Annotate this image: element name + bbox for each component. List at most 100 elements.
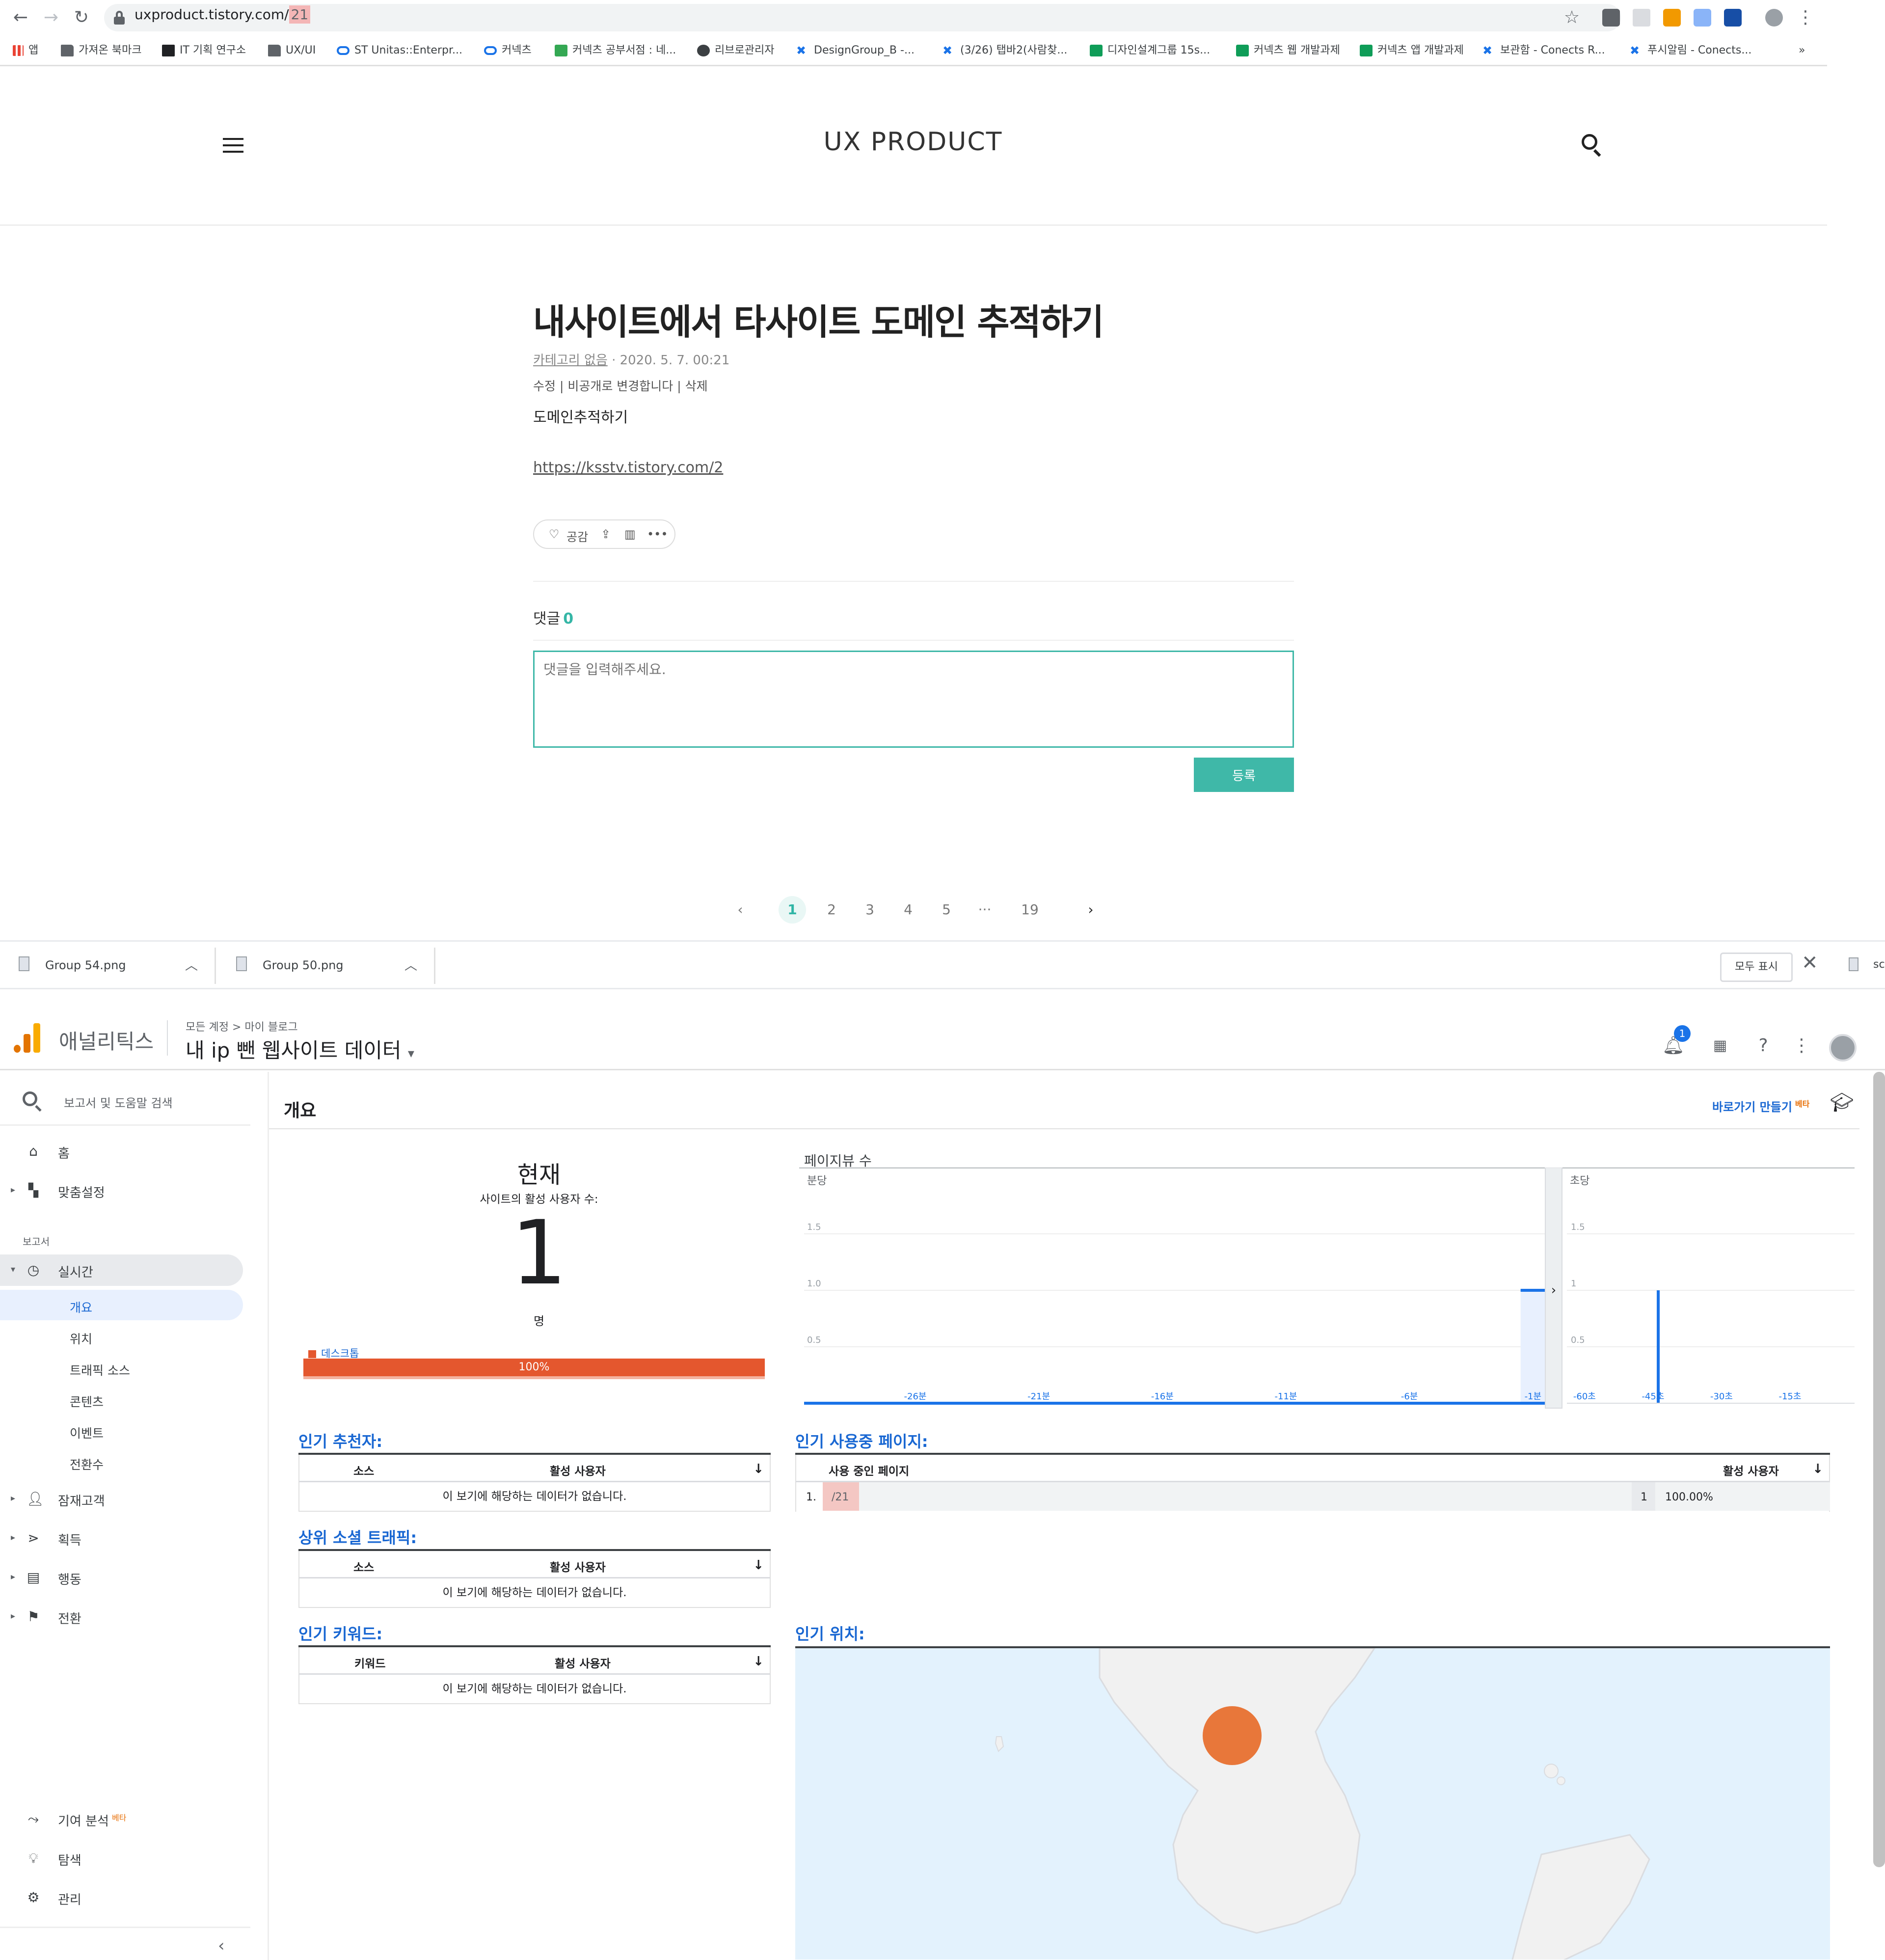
more-vert-icon[interactable]: ⋮ <box>1795 7 1816 28</box>
scrollbar[interactable] <box>1873 1072 1885 1867</box>
extension-off-icon[interactable] <box>1663 9 1681 27</box>
sidebar-search[interactable]: 보고서 및 도움말 검색 <box>0 1072 250 1126</box>
download-filename-partial[interactable]: sc <box>1873 958 1885 971</box>
extension-icon[interactable] <box>1694 9 1711 27</box>
page-path[interactable]: /21 <box>832 1491 849 1503</box>
bookmark-item[interactable]: UX/UI <box>268 42 316 59</box>
graduation-cap-icon[interactable]: 🎓︎ <box>1830 1091 1854 1114</box>
column-header[interactable]: 활성 사용자 <box>555 1654 611 1671</box>
bookmark-item[interactable]: 가져온 북마크 <box>61 42 141 59</box>
product-name[interactable]: 애널리틱스 <box>59 1025 154 1055</box>
location-marker[interactable] <box>1203 1706 1262 1765</box>
sidebar-item-audience[interactable]: ▸ 👤︎ 잠재고객 <box>0 1483 250 1515</box>
prev-page-icon[interactable]: ‹ <box>727 896 754 924</box>
sidebar-item-attribution[interactable]: ⤳ 기여 분석 베타 <box>0 1803 250 1835</box>
create-shortcut-link[interactable]: 바로가기 만들기 베타 <box>1712 1097 1809 1115</box>
help-icon[interactable]: ? <box>1753 1036 1773 1056</box>
bookmarks-overflow-button[interactable]: » <box>1799 42 1805 59</box>
column-header[interactable]: 활성 사용자 <box>550 1558 606 1575</box>
column-header[interactable]: 사용 중인 페이지 <box>829 1462 909 1478</box>
analytics-logo-icon[interactable] <box>14 1023 41 1053</box>
chevron-up-icon[interactable]: ︿ <box>185 955 198 974</box>
url-text[interactable]: uxproduct.tistory.com/21 <box>135 5 311 24</box>
page-number[interactable]: 19 <box>1016 896 1044 924</box>
reload-icon[interactable]: ↻ <box>71 7 92 28</box>
bookmark-item[interactable]: ✖ (3/26) 탭바2(사람찾... <box>942 42 1067 59</box>
sort-down-icon[interactable]: ↓ <box>753 1654 764 1669</box>
download-item[interactable]: Group 54.png ︿ <box>0 948 216 984</box>
search-icon[interactable] <box>1582 134 1603 157</box>
more-vert-icon[interactable]: ⋮ <box>1792 1036 1811 1056</box>
sidebar-subitem[interactable]: 콘텐츠 <box>0 1384 243 1415</box>
next-page-icon[interactable]: › <box>1077 896 1104 924</box>
stats-icon[interactable]: ▥ <box>624 527 636 541</box>
bookmark-item[interactable]: 커넥츠 공부서점 : 네... <box>555 42 676 59</box>
camera-icon[interactable] <box>1633 9 1650 27</box>
page-number[interactable]: 1 <box>779 896 806 924</box>
avatar[interactable] <box>1829 1034 1857 1062</box>
sidebar-subitem[interactable]: 개요 <box>0 1290 243 1320</box>
profile-avatar-icon[interactable] <box>1765 9 1783 27</box>
sidebar-item-realtime[interactable]: ▾ ◷ 실시간 <box>0 1254 243 1286</box>
bookmark-item[interactable]: ✖ 푸시알림 - Conects... <box>1630 42 1751 59</box>
property-selector[interactable]: 내 ip 뺀 웹사이트 데이터 ▾ <box>186 1034 414 1064</box>
bookmark-item[interactable]: 리브로관리자 <box>697 42 774 59</box>
page-number[interactable]: 2 <box>818 896 845 924</box>
page-number[interactable]: 5 <box>933 896 960 924</box>
location-map[interactable] <box>795 1646 1830 1960</box>
column-header[interactable]: 소스 <box>353 1558 374 1575</box>
sort-down-icon[interactable]: ↓ <box>753 1558 764 1573</box>
sidebar-subitem[interactable]: 전환수 <box>0 1447 243 1477</box>
chevron-up-icon[interactable]: ︿ <box>404 955 417 974</box>
sidebar-subitem[interactable]: 트래픽 소스 <box>0 1353 243 1383</box>
like-label[interactable]: 공감 <box>566 527 588 544</box>
submit-comment-button[interactable]: 등록 <box>1194 758 1294 792</box>
more-icon[interactable]: ••• <box>647 527 668 541</box>
column-header[interactable]: 활성 사용자 <box>550 1462 606 1478</box>
apps-grid-icon[interactable]: ▦ <box>1710 1036 1730 1056</box>
show-all-button[interactable]: 모두 표시 <box>1720 953 1793 982</box>
bookmark-item[interactable]: 디자인설계그룹 15s... <box>1090 42 1210 59</box>
blog-site-title[interactable]: UX PRODUCT <box>687 127 1139 157</box>
table-row[interactable]: 1. /21 1 100.00% <box>795 1482 1830 1512</box>
share-icon[interactable]: ⇪ <box>601 527 611 541</box>
post-admin-links[interactable]: 수정 | 비공개로 변경합니다 | 삭제 <box>533 377 708 394</box>
extension-icon[interactable] <box>1724 9 1742 27</box>
sidebar-item-behavior[interactable]: ▸ ▤ 행동 <box>0 1562 250 1593</box>
account-breadcrumb[interactable]: 모든 계정 > 마이 블로그 <box>186 1018 298 1034</box>
column-header[interactable]: 활성 사용자 <box>1723 1462 1779 1478</box>
sidebar-item-home[interactable]: ⌂ 홈 <box>0 1136 250 1167</box>
bookmark-item[interactable]: ST Unitas::Enterpr... <box>337 42 462 59</box>
post-external-link[interactable]: https://ksstv.tistory.com/2 <box>533 459 723 476</box>
page-number[interactable]: 4 <box>894 896 922 924</box>
sidebar-subitem[interactable]: 위치 <box>0 1321 243 1352</box>
bookmark-item[interactable]: 커넥츠 앱 개발과제 <box>1360 42 1464 59</box>
sort-down-icon[interactable]: ↓ <box>753 1462 764 1476</box>
category-link[interactable]: 카테고리 없음 <box>533 353 608 368</box>
sidebar-item-discover[interactable]: 💡︎ 탐색 <box>0 1843 250 1874</box>
comment-input[interactable] <box>533 651 1294 748</box>
sidebar-item-conversions[interactable]: ▸ ⚑ 전환 <box>0 1601 250 1633</box>
sidebar-subitem[interactable]: 이벤트 <box>0 1416 243 1446</box>
bookmark-item[interactable]: 커넥츠 웹 개발과제 <box>1236 42 1340 59</box>
sidebar-item-acquisition[interactable]: ▸ ⋗ 획득 <box>0 1523 250 1554</box>
sort-down-icon[interactable]: ↓ <box>1812 1462 1823 1476</box>
menu-icon[interactable] <box>223 138 243 153</box>
back-arrow-icon[interactable]: ← <box>10 7 31 28</box>
sidebar-item-admin[interactable]: ⚙ 관리 <box>0 1882 250 1913</box>
heart-icon[interactable]: ♡ <box>549 527 560 541</box>
device-share-bar[interactable]: 100% <box>303 1359 765 1379</box>
forward-arrow-icon[interactable]: → <box>40 7 62 28</box>
extension-icon[interactable] <box>1602 9 1620 27</box>
address-bar[interactable] <box>104 4 1621 31</box>
bookmark-item[interactable]: ✖ DesignGroup_B -... <box>796 42 915 59</box>
column-header[interactable]: 소스 <box>353 1462 374 1478</box>
star-icon[interactable]: ☆ <box>1561 7 1583 28</box>
bookmark-item[interactable]: 앱 <box>13 42 38 59</box>
close-icon[interactable]: ✕ <box>1802 952 1818 974</box>
collapse-sidebar-icon[interactable]: ‹ <box>218 1936 225 1956</box>
column-header[interactable]: 키워드 <box>354 1654 385 1671</box>
bookmark-item[interactable]: ✖ 보관함 - Conects R... <box>1482 42 1605 59</box>
page-number[interactable]: 3 <box>856 896 884 924</box>
bookmark-item[interactable]: 커넥츠 <box>484 42 532 59</box>
